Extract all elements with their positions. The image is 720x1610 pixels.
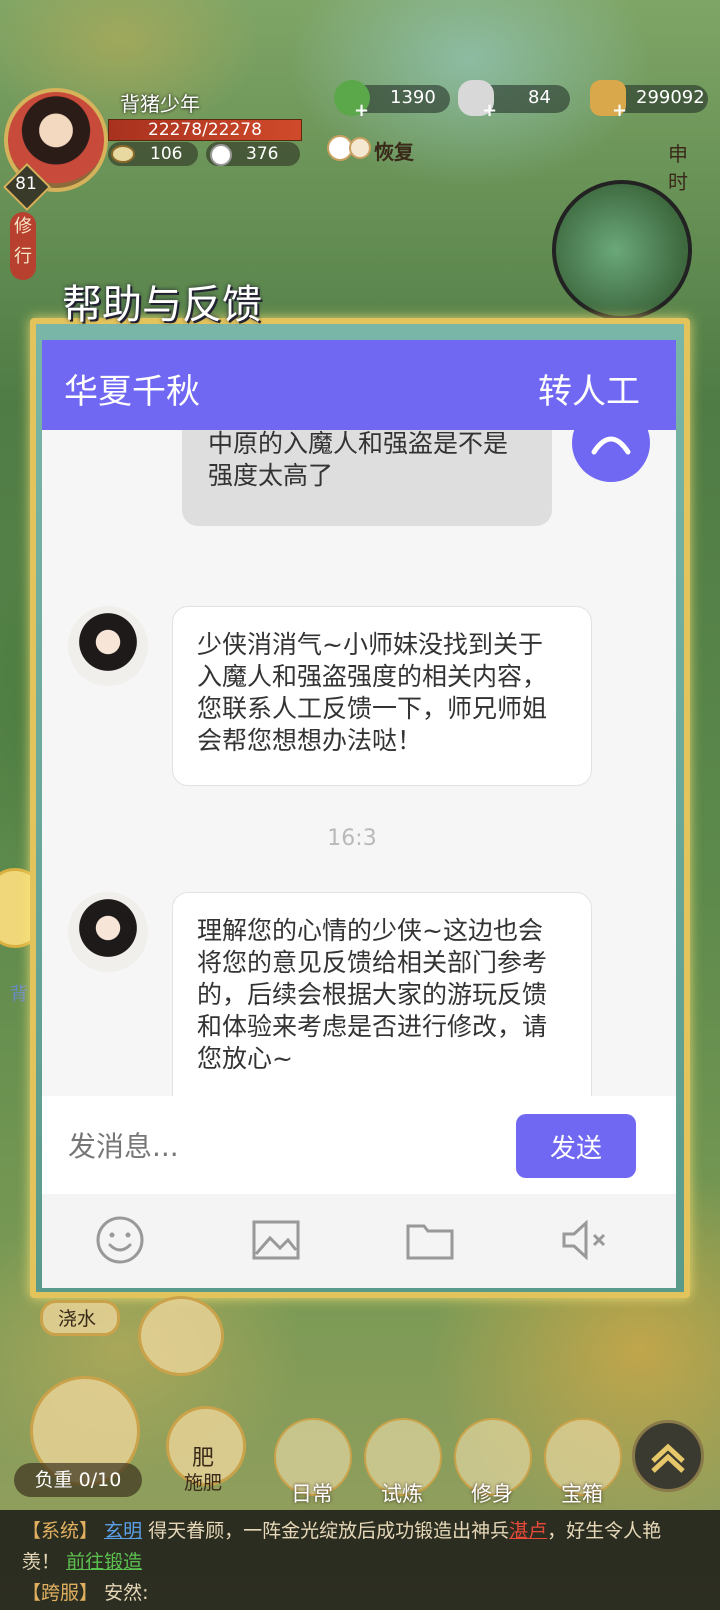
add-coins-button[interactable]: + — [612, 100, 627, 121]
image-icon[interactable] — [248, 1212, 304, 1268]
user-message-text: 中原的入魔人和强盗是不是强度太高了 — [208, 430, 509, 490]
stat-2-value: 376 — [246, 144, 279, 164]
chat-header: 华夏千秋 转人工 — [42, 340, 676, 430]
dialog-title: 帮助与反馈 — [62, 282, 262, 328]
load-capacity: 负重 0/10 — [14, 1463, 142, 1497]
fertilize-label: 施肥 — [183, 1472, 222, 1494]
system-message-log: 【系统】 玄明 得天眷顾，一阵金光绽放后成功锻造出神兵湛卢，好生令人艳羡！ 前往… — [0, 1510, 720, 1610]
player-name: 背猪少年 — [120, 92, 200, 116]
practice-tag[interactable]: 修行 — [10, 212, 36, 280]
user-message-bubble: 中原的入魔人和强盗是不是强度太高了 — [182, 430, 552, 526]
user-avatar-icon — [591, 436, 631, 455]
player-link[interactable]: 玄明 — [104, 1520, 142, 1542]
help-feedback-dialog: 华夏千秋 转人工 中原的入魔人和强盗是不是强度太高了 少侠消消气~小师妹没找到关… — [42, 340, 676, 1288]
transfer-to-human-button[interactable]: 转人工 — [538, 364, 640, 413]
folder-icon[interactable] — [402, 1212, 458, 1268]
expand-menu-button[interactable] — [632, 1420, 704, 1492]
bot-avatar — [68, 606, 148, 686]
message-timestamp: 16:3 — [327, 826, 377, 851]
chat-toolbar — [42, 1194, 676, 1288]
bowl-icon — [111, 145, 135, 163]
add-jade-button[interactable]: + — [354, 100, 369, 121]
nav-trial-label: 试炼 — [381, 1482, 423, 1506]
send-button[interactable]: 发送 — [516, 1114, 636, 1178]
bun-icon — [210, 144, 232, 166]
item-link[interactable]: 湛卢 — [509, 1520, 547, 1542]
chevron-up-icon — [651, 1443, 685, 1473]
mute-icon[interactable] — [556, 1212, 612, 1268]
bot-message-text: 理解您的心情的少侠~这边也会将您的意见反馈给相关部门参考的，后续会根据大家的游玩… — [197, 916, 548, 1073]
emoji-icon[interactable] — [92, 1212, 148, 1268]
top-hud: 81 背猪少年 22278/22278 106 376 1390 + 84 + … — [0, 0, 720, 320]
stat-1-value: 106 — [150, 144, 183, 164]
hp-bar: 22278/22278 — [108, 119, 302, 141]
nav-treasure-label: 宝箱 — [561, 1482, 603, 1506]
message-input-bar: 发送 — [42, 1096, 676, 1194]
nav-cultivate-label: 修身 — [471, 1482, 513, 1506]
message-input[interactable] — [66, 1118, 490, 1174]
player-level: 81 — [15, 174, 37, 194]
water-label: 浇水 — [57, 1308, 96, 1330]
resource-coins-value: 299092 — [636, 87, 705, 108]
bot-message-text: 少侠消消气~小师妹没找到关于入魔人和强盗强度的相关内容，您联系人工反馈一下，师兄… — [197, 630, 548, 755]
cross-server-tag: 【跨服】 — [22, 1582, 99, 1604]
add-silver-button[interactable]: + — [482, 100, 497, 121]
cross-server-player: 安然: — [104, 1582, 149, 1604]
system-tag: 【系统】 — [22, 1520, 99, 1542]
chat-title: 华夏千秋 — [64, 372, 200, 412]
chat-message-list[interactable]: 中原的入魔人和强盗是不是强度太高了 少侠消消气~小师妹没找到关于入魔人和强盗强度… — [42, 430, 676, 1156]
side-label-bag: 背 — [10, 984, 28, 1005]
time-of-day: 申时 — [668, 142, 688, 194]
resource-silver-value: 84 — [528, 87, 551, 108]
system-message-text: 得天眷顾，一阵金光绽放后成功锻造出神兵 — [148, 1520, 510, 1542]
pig-button[interactable] — [138, 1296, 224, 1376]
goto-forge-link[interactable]: 前往锻造 — [66, 1551, 142, 1573]
resource-jade-value: 1390 — [390, 87, 436, 108]
minimap[interactable] — [552, 180, 692, 320]
nav-daily-label: 日常 — [291, 1482, 333, 1506]
restore-label: 恢复 — [374, 140, 414, 164]
bot-avatar — [68, 892, 148, 972]
bot-message-bubble: 少侠消消气~小师妹没找到关于入魔人和强盗强度的相关内容，您联系人工反馈一下，师兄… — [172, 606, 592, 786]
user-avatar — [572, 430, 650, 482]
